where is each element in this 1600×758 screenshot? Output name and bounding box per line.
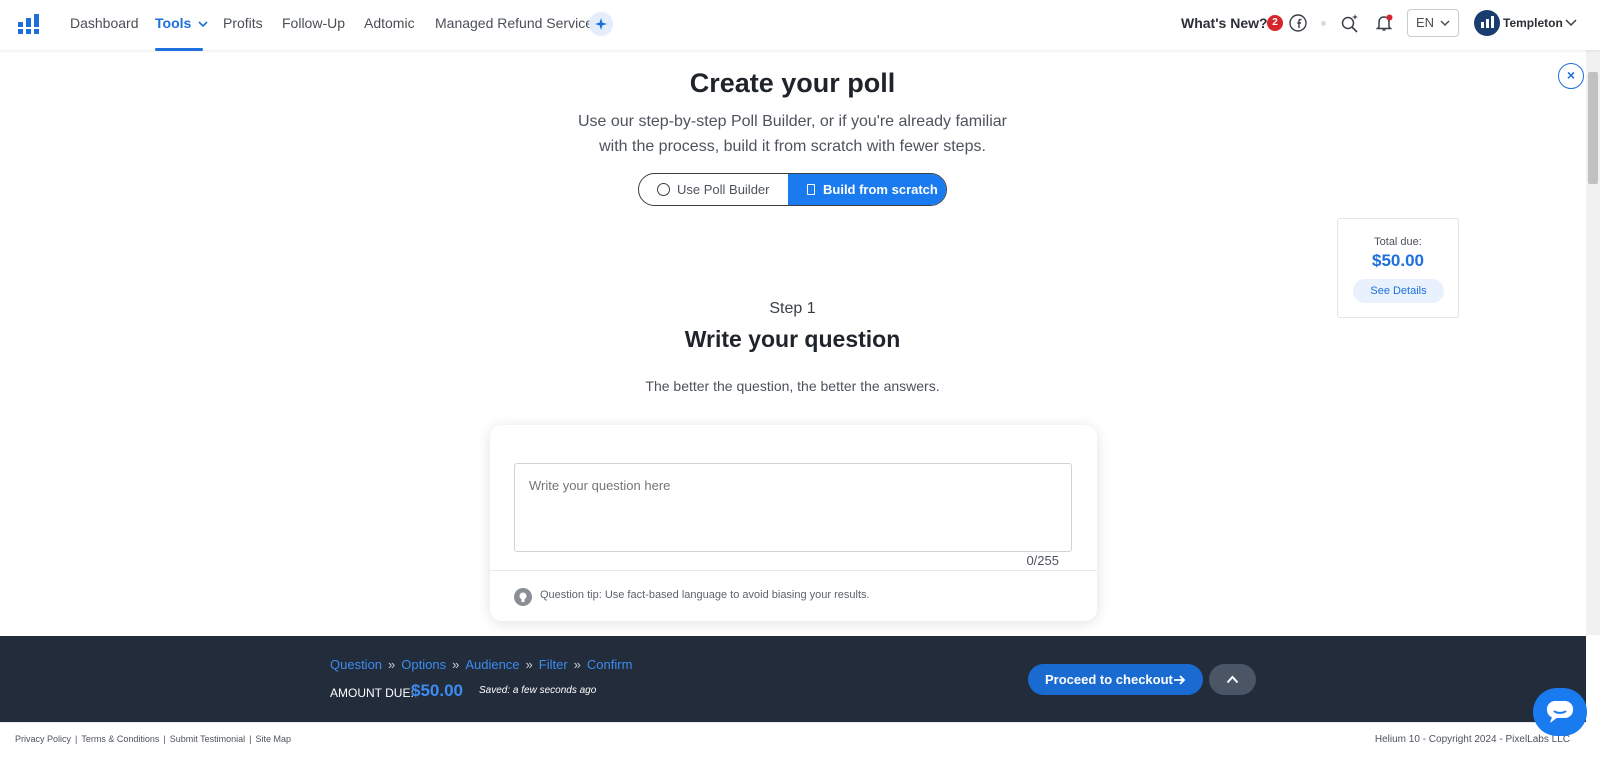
checkout-footer	[0, 636, 1586, 722]
character-counter: 0/255	[1026, 553, 1059, 568]
sparkle-icon[interactable]	[589, 12, 613, 36]
bell-icon[interactable]	[1374, 13, 1394, 33]
legal-footer: Privacy Policy | Terms & Conditions | Submit…	[0, 722, 1586, 758]
build-from-scratch-option[interactable]: Build from scratch	[788, 174, 946, 205]
step-subtitle: The better the question, the better the …	[645, 378, 940, 394]
nav-profits[interactable]: Profits	[223, 15, 263, 31]
copyright-text: Helium 10 - Copyright 2024 - PixelLabs L…	[1374, 734, 1570, 745]
nav-adtomic[interactable]: Adtomic	[364, 15, 415, 31]
card-divider	[490, 570, 1097, 571]
facebook-icon[interactable]	[1289, 14, 1307, 32]
user-name[interactable]: Templeton	[1503, 16, 1563, 30]
proceed-to-checkout-button[interactable]: Proceed to checkout	[1028, 664, 1203, 695]
total-due-amount: $50.00	[1372, 251, 1424, 270]
total-due-label: Total due:	[1374, 236, 1422, 248]
chevron-down-icon[interactable]	[1565, 19, 1577, 27]
question-card: 0/255 Question tip: Use fact-based langu…	[490, 425, 1097, 621]
search-sparkle-icon[interactable]	[1340, 13, 1360, 33]
crumb-separator: »	[452, 657, 460, 672]
chat-bubble-icon	[1547, 701, 1573, 723]
scrollbar-thumb[interactable]	[1588, 72, 1598, 184]
lightbulb-icon	[514, 588, 532, 606]
terms-link[interactable]: Terms & Conditions	[81, 734, 159, 744]
language-select[interactable]: EN	[1407, 9, 1459, 37]
crumb-separator: »	[573, 657, 581, 672]
page-title: Create your poll	[689, 68, 896, 98]
amount-due-value: $50.00	[411, 681, 463, 700]
crumb-question[interactable]: Question	[330, 657, 382, 672]
step-label: Step 1	[769, 300, 816, 317]
helium10-logo-icon[interactable]	[18, 14, 40, 34]
nav-follow-up[interactable]: Follow-Up	[282, 15, 345, 31]
step-breadcrumb: Question » Options » Audience » Filter » Confirm	[330, 657, 632, 672]
chevron-down-icon	[198, 21, 208, 28]
whats-new-link[interactable]: What's New?	[1181, 15, 1268, 31]
arrow-right-icon	[1174, 675, 1186, 685]
checkout-label: Proceed to checkout	[1045, 672, 1173, 687]
language-value: EN	[1416, 15, 1435, 30]
submit-testimonial-link[interactable]: Submit Testimonial	[170, 734, 245, 744]
question-tip: Question tip: Use fact-based language to…	[540, 589, 870, 601]
site-map-link[interactable]: Site Map	[255, 734, 291, 744]
build-from-scratch-label: Build from scratch	[823, 182, 938, 197]
crumb-confirm[interactable]: Confirm	[587, 657, 633, 672]
saved-status: Saved: a few seconds ago	[479, 685, 597, 696]
amount-due-label: AMOUNT DUE:	[330, 686, 414, 700]
document-icon	[807, 184, 815, 195]
use-poll-builder-label: Use Poll Builder	[677, 182, 770, 197]
notification-count-badge: 2	[1267, 15, 1283, 31]
page-subtitle-line1: Use our step-by-step Poll Builder, or if…	[577, 113, 1007, 130]
nav-managed-refund-service[interactable]: Managed Refund Service	[435, 15, 593, 31]
chevron-up-icon	[1226, 675, 1239, 684]
nav-tools-label: Tools	[155, 15, 192, 31]
nav-active-indicator	[155, 48, 203, 51]
avatar[interactable]	[1474, 10, 1500, 36]
nav-tools[interactable]: Tools	[155, 15, 208, 31]
page-subtitle-line2: with the process, build it from scratch …	[599, 138, 986, 155]
footer-links: Privacy Policy | Terms & Conditions | Submit…	[15, 734, 291, 744]
crumb-options[interactable]: Options	[401, 657, 446, 672]
crumb-separator: »	[388, 657, 396, 672]
question-input[interactable]	[514, 463, 1072, 552]
crumb-audience[interactable]: Audience	[465, 657, 519, 672]
top-navbar: Dashboard Tools Profits Follow-Up Adtomi…	[0, 0, 1600, 51]
step-title: Write your question	[684, 326, 901, 352]
mode-toggle: Use Poll Builder Build from scratch	[638, 173, 947, 206]
nav-dashboard[interactable]: Dashboard	[70, 15, 139, 31]
radio-empty-icon	[657, 183, 670, 196]
crumb-separator: »	[525, 657, 533, 672]
use-poll-builder-option[interactable]: Use Poll Builder	[639, 174, 788, 205]
chevron-down-icon	[1440, 20, 1450, 27]
expand-footer-button[interactable]	[1209, 664, 1256, 695]
privacy-policy-link[interactable]: Privacy Policy	[15, 734, 71, 744]
chat-widget-button[interactable]	[1533, 688, 1587, 736]
divider-dot	[1321, 21, 1326, 26]
crumb-filter[interactable]: Filter	[539, 657, 568, 672]
